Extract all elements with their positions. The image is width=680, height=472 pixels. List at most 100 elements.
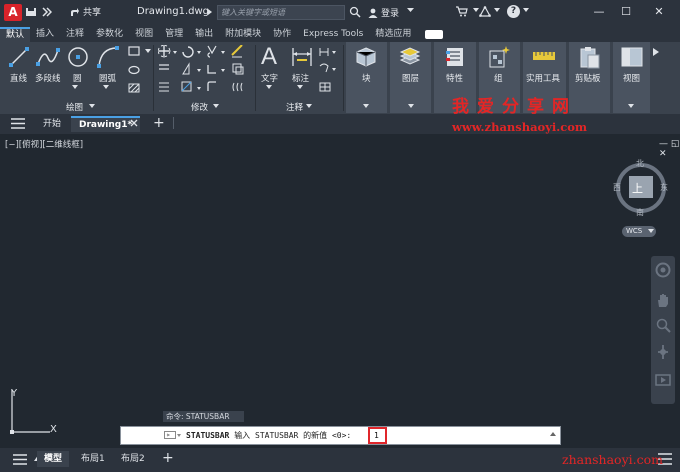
ucs-y-label: Y — [11, 388, 18, 399]
ellipse-tool-icon[interactable] — [128, 65, 140, 75]
app-dropdown-icon[interactable] — [494, 8, 500, 13]
tab-featured-apps[interactable]: 精选应用 — [369, 27, 417, 42]
share-label: 共享 — [83, 8, 102, 18]
command-prompt-text: STATUSBAR 输入 STATUSBAR 的新值 <0>: — [186, 430, 351, 441]
tab-view[interactable]: 视图 — [129, 27, 159, 42]
viewcube-north[interactable]: 北 — [636, 158, 644, 169]
rectangle-tool-icon[interactable] — [128, 46, 140, 56]
help-button[interactable]: ? — [507, 5, 520, 18]
annotation-group-dropdown-icon[interactable] — [306, 104, 312, 109]
tab-layout2[interactable]: 布局2 — [114, 451, 152, 467]
viewport-controls-label[interactable]: [−][俯视][二维线框] — [5, 138, 83, 150]
close-button[interactable]: ✕ — [651, 5, 667, 19]
help-dropdown-icon[interactable] — [523, 8, 529, 13]
search-arrow-icon — [207, 7, 213, 17]
new-tab-button[interactable]: + — [153, 114, 165, 132]
groups-label: 组 — [494, 74, 503, 84]
draw-group-dropdown-icon[interactable] — [89, 104, 95, 109]
autodesk-app-icon[interactable] — [479, 6, 491, 17]
viewport-window-controls[interactable]: — ◱ ✕ — [659, 139, 680, 159]
dimension-tool-label[interactable]: 标注 — [292, 72, 309, 84]
steering-wheel-icon[interactable] — [655, 262, 671, 278]
showmotion-icon[interactable] — [655, 372, 671, 388]
tab-annotate[interactable]: 注释 — [60, 27, 90, 42]
application-menu-button[interactable]: A — [4, 4, 22, 21]
panel-divider — [343, 45, 344, 111]
search-icon[interactable] — [349, 6, 361, 18]
tab-collaborate[interactable]: 协作 — [267, 27, 297, 42]
ribbon-tab-bar: 默认 插入 注释 参数化 视图 管理 输出 附加模块 协作 Express To… — [0, 25, 680, 42]
watermark-title: 我爱分享网 — [452, 97, 577, 117]
tab-output[interactable]: 输出 — [189, 27, 219, 42]
command-history-dropdown-icon[interactable] — [550, 432, 556, 437]
status-menu-icon[interactable] — [13, 454, 27, 465]
orbit-icon[interactable] — [655, 344, 671, 360]
command-prompt-icon[interactable] — [164, 429, 182, 441]
viewcube-east[interactable]: 东 — [660, 182, 668, 193]
layers-dropdown-icon[interactable] — [408, 104, 414, 109]
tab-insert[interactable]: 插入 — [30, 27, 60, 42]
line-tool-icon[interactable] — [8, 46, 30, 68]
panel-divider — [153, 45, 154, 111]
viewcube-top-face[interactable]: 上 — [632, 180, 643, 196]
polyline-tool-label[interactable]: 多段线 — [35, 72, 61, 84]
maximize-button[interactable]: ☐ — [618, 5, 634, 19]
annotation-group-label[interactable]: 注释 — [286, 101, 303, 113]
tab-start[interactable]: 开始 — [35, 116, 69, 132]
tab-parametric[interactable]: 参数化 — [90, 27, 129, 42]
circle-tool-label[interactable]: 圆 — [73, 72, 82, 84]
search-input[interactable]: 键入关键字或短语 — [217, 5, 345, 20]
ribbon-display-toggle-icon[interactable] — [425, 30, 444, 39]
quick-access-more-icon[interactable] — [42, 7, 52, 17]
view-dropdown-icon[interactable] — [628, 104, 634, 109]
close-tab-icon[interactable] — [130, 119, 138, 127]
text-tool-icon[interactable]: A — [261, 45, 277, 69]
annotation-small-tools[interactable] — [318, 46, 338, 98]
new-layout-button[interactable]: + — [162, 449, 174, 467]
login-dropdown-icon[interactable] — [407, 8, 414, 13]
modify-tools-grid — [158, 45, 250, 99]
tab-layout1[interactable]: 布局1 — [74, 451, 112, 467]
block-icon — [356, 47, 376, 67]
circle-tool-icon[interactable] — [67, 46, 89, 68]
clipboard-icon — [579, 45, 601, 69]
zoom-icon[interactable] — [655, 317, 671, 333]
ribbon-overflow-icon[interactable] — [652, 47, 660, 57]
arc-tool-icon[interactable] — [97, 46, 119, 68]
arc-dropdown-icon[interactable] — [103, 85, 109, 90]
tab-express-tools[interactable]: Express Tools — [297, 27, 369, 42]
dimension-tool-icon[interactable] — [291, 46, 313, 68]
hamburger-icon[interactable] — [11, 118, 25, 129]
line-tool-label[interactable]: 直线 — [10, 72, 27, 84]
draw-more-icon[interactable] — [145, 49, 151, 54]
text-dropdown-icon[interactable] — [266, 85, 272, 90]
tab-default[interactable]: 默认 — [0, 27, 31, 42]
tab-addins[interactable]: 附加模块 — [219, 27, 267, 42]
text-tool-label[interactable]: 文字 — [261, 72, 278, 84]
viewcube-south[interactable]: 南 — [636, 207, 644, 218]
minimize-button[interactable]: — — [591, 5, 607, 19]
cart-icon[interactable] — [456, 6, 468, 17]
tab-manage[interactable]: 管理 — [159, 27, 189, 42]
polyline-tool-icon[interactable] — [36, 46, 60, 68]
dimension-dropdown-icon[interactable] — [297, 85, 303, 90]
share-button[interactable]: 共享 — [70, 5, 101, 18]
modify-group-label[interactable]: 修改 — [191, 101, 208, 113]
command-input[interactable]: 1 — [368, 427, 387, 444]
tab-model[interactable]: 模型 — [37, 451, 70, 467]
circle-dropdown-icon[interactable] — [72, 85, 78, 90]
pan-icon[interactable] — [655, 292, 671, 308]
drawing-canvas[interactable] — [0, 134, 680, 448]
panel-divider — [255, 45, 256, 111]
hatch-tool-icon[interactable] — [128, 83, 140, 93]
block-dropdown-icon[interactable] — [363, 104, 369, 109]
share-icon — [70, 7, 80, 17]
wcs-dropdown-icon[interactable] — [648, 229, 654, 234]
draw-group-label[interactable]: 绘图 — [66, 101, 83, 113]
view-icon — [621, 46, 643, 68]
login-button[interactable]: 登录 — [368, 6, 399, 19]
arc-tool-label[interactable]: 圆弧 — [99, 72, 116, 84]
viewcube-west[interactable]: 西 — [613, 182, 621, 193]
modify-group-dropdown-icon[interactable] — [213, 104, 219, 109]
quick-access-save-icon[interactable] — [25, 7, 36, 17]
